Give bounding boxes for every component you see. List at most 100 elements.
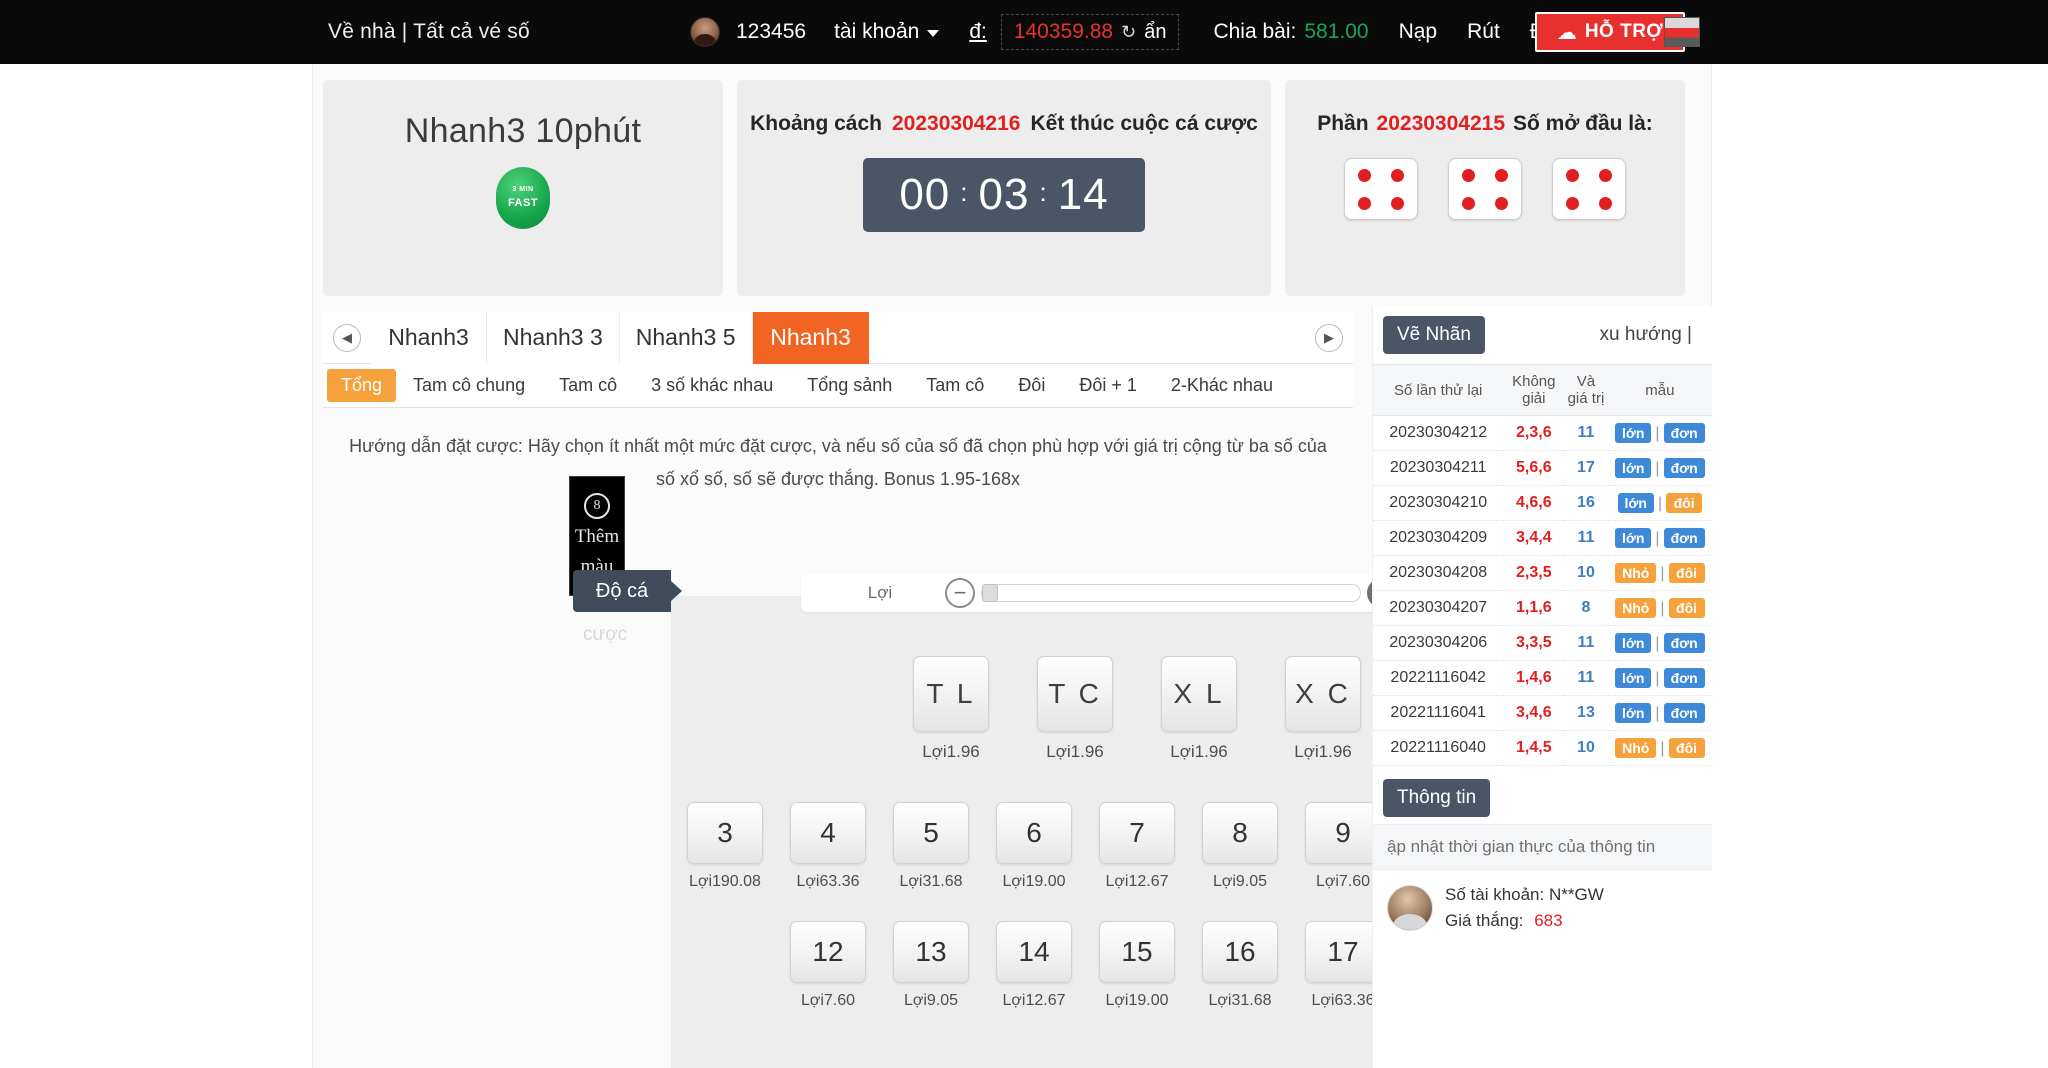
row-issue: 20230304206 [1373, 626, 1503, 661]
info-subtitle: ập nhật thời gian thực của thông tin [1373, 824, 1712, 870]
bet-button-17[interactable]: 17 [1305, 921, 1381, 983]
info-button[interactable]: Thông tin [1383, 779, 1490, 817]
home-links[interactable]: Về nhà | Tất cả vé số [328, 20, 530, 44]
bet-button-5[interactable]: 5 [893, 802, 969, 864]
support-button[interactable]: ☁ HỖ TRỢ [1535, 12, 1685, 52]
row-sum: 11 [1564, 416, 1607, 451]
game-tab-3[interactable]: Nhanh3 [753, 312, 869, 364]
table-row: 202303042071,1,68Nhỏ|đôi [1373, 591, 1712, 626]
support-label: HỖ TRỢ [1585, 21, 1663, 43]
bet-subtab-0[interactable]: Tổng [327, 369, 396, 402]
table-row: 202211160413,4,613lớn|đơn [1373, 696, 1712, 731]
row-pattern: lớn|đơn [1608, 661, 1712, 696]
last-result-box: Phần20230304215Số mở đầu là: [1285, 80, 1685, 296]
size-parity-bet-cell-3: X CLợi1.96 [1285, 656, 1361, 762]
bet-amount-slider[interactable] [981, 584, 1361, 602]
balance-box[interactable]: 140359.88 ↻ ẩn [1001, 14, 1180, 50]
info-user-lines: Số tài khoản: N**GW Giá thắng: 683 [1445, 882, 1604, 935]
minus-circle-icon[interactable]: − [945, 578, 975, 608]
badge-top-label: 3 MIN [512, 185, 533, 196]
deposit-link[interactable]: Nạp [1399, 20, 1438, 44]
withdraw-link[interactable]: Rút [1467, 20, 1500, 44]
bet-button-14[interactable]: 14 [996, 921, 1072, 983]
status-badge-parity: đơn [1664, 458, 1705, 478]
number-bet-cell-4: 4Lợi63.36 [790, 802, 866, 891]
row-sum: 16 [1564, 486, 1607, 521]
bet-button-9[interactable]: 9 [1305, 802, 1381, 864]
row-numbers: 1,1,6 [1503, 591, 1564, 626]
bet-button-7[interactable]: 7 [1099, 802, 1175, 864]
hide-balance-label[interactable]: ẩn [1144, 21, 1166, 44]
status-badge-parity: đơn [1664, 703, 1705, 723]
bet-button-13[interactable]: 13 [893, 921, 969, 983]
chevron-left-icon[interactable]: ◀ [333, 324, 361, 352]
number-bet-cell-14: 14Lợi12.67 [996, 921, 1072, 1010]
currency-label: đ: [969, 20, 987, 44]
number-bet-cell-5: 5 Lợi31.68 [893, 802, 969, 891]
bet-subtab-2[interactable]: Tam cô [542, 369, 634, 402]
info-account-value: N**GW [1549, 885, 1604, 904]
bet-payout-label: Lợi7.60 [1305, 873, 1381, 891]
status-badge-size: Nhỏ [1615, 563, 1656, 583]
bet-button-6[interactable]: 6 [996, 802, 1072, 864]
table-row: 202303042082,3,510Nhỏ|đôi [1373, 556, 1712, 591]
bet-payout-label: Lợi63.36 [1305, 992, 1381, 1010]
game-tab-2[interactable]: Nhanh3 5 [620, 312, 753, 364]
game-header: Nhanh3 10phút 3 MIN FAST Khoảng cách2023… [313, 80, 1713, 296]
bet-button-8[interactable]: 8 [1202, 802, 1278, 864]
chevron-right-icon[interactable]: ▶ [1315, 324, 1343, 352]
number-bet-cell-9: 9 Lợi7.60 [1305, 802, 1381, 891]
row-sum: 11 [1564, 521, 1607, 556]
row-numbers: 1,4,5 [1503, 731, 1564, 766]
language-flag-icon[interactable] [1664, 17, 1700, 47]
table-row: 202303042104,6,616lớn|đôi [1373, 486, 1712, 521]
account-menu[interactable]: tài khoản [834, 20, 939, 44]
row-numbers: 4,6,6 [1503, 486, 1564, 521]
right-side-panel: Vẽ Nhãn xu hướng | Số lần thử lại Không … [1372, 306, 1712, 1068]
number-bet-cell-6: 6Lợi19.00 [996, 802, 1072, 891]
app-root: Về nhà | Tất cả vé số 12 3456 tài khoản đ… [0, 0, 2048, 1068]
betting-guide-text: Hướng dẫn đặt cược: Hãy chọn ít nhất một… [323, 416, 1353, 497]
column-header-numbers: Không giải [1503, 365, 1564, 416]
bet-subtab-7[interactable]: Đôi + 1 [1062, 369, 1154, 402]
cuoc-label: cược [583, 624, 627, 646]
row-numbers: 2,3,5 [1503, 556, 1564, 591]
table-row: 202303042093,4,411lớn|đơn [1373, 521, 1712, 556]
bet-subtab-6[interactable]: Đôi [1001, 369, 1062, 402]
status-badge-size: lớn [1615, 458, 1651, 478]
row-pattern: lớn|đơn [1608, 416, 1712, 451]
die-pip [1495, 169, 1508, 182]
bet-button-TC[interactable]: T C [1037, 656, 1113, 732]
bet-subtab-4[interactable]: Tổng sảnh [790, 369, 909, 402]
draw-label-button[interactable]: Vẽ Nhãn [1383, 316, 1485, 354]
distance-label: Khoảng cách [750, 112, 882, 135]
column-header-pattern: mẫu [1608, 365, 1712, 416]
bet-button-4[interactable]: 4 [790, 802, 866, 864]
game-tab-label: Nhanh3 [770, 324, 851, 351]
die-pip [1462, 197, 1475, 210]
size-parity-bet-cell-1: T CLợi1.96 [1037, 656, 1113, 762]
bet-subtab-5[interactable]: Tam cô [909, 369, 1001, 402]
bet-button-12[interactable]: 12 [790, 921, 866, 983]
bet-payout-label: Lợi31.68 [893, 873, 969, 891]
bet-subtab-8[interactable]: 2-Khác nhau [1154, 369, 1290, 402]
column-header-issue: Số lần thử lại [1373, 365, 1503, 416]
badge-separator: | [1660, 565, 1664, 582]
die-pip [1599, 197, 1612, 210]
trend-link[interactable]: xu hướng | [1600, 324, 1702, 346]
deal-value: 581.00 [1304, 20, 1368, 43]
bet-button-16[interactable]: 16 [1202, 921, 1278, 983]
bet-button-3[interactable]: 3 [687, 802, 763, 864]
bet-button-XC[interactable]: X C [1285, 656, 1361, 732]
bet-subtab-3[interactable]: 3 số khác nhau [634, 369, 790, 402]
bet-button-XL[interactable]: X L [1161, 656, 1237, 732]
slider-knob[interactable] [982, 584, 998, 602]
results-table: Số lần thử lại Không giải Và giá trị mẫu… [1373, 364, 1712, 766]
bet-subtab-1[interactable]: Tam cô chung [396, 369, 542, 402]
number-bet-cell-16: 16Lợi31.68 [1202, 921, 1278, 1010]
game-tab-0[interactable]: Nhanh3 [371, 312, 487, 364]
game-tab-1[interactable]: Nhanh3 3 [487, 312, 620, 364]
refresh-icon[interactable]: ↻ [1121, 22, 1136, 43]
bet-button-TL[interactable]: T L [913, 656, 989, 732]
bet-button-15[interactable]: 15 [1099, 921, 1175, 983]
